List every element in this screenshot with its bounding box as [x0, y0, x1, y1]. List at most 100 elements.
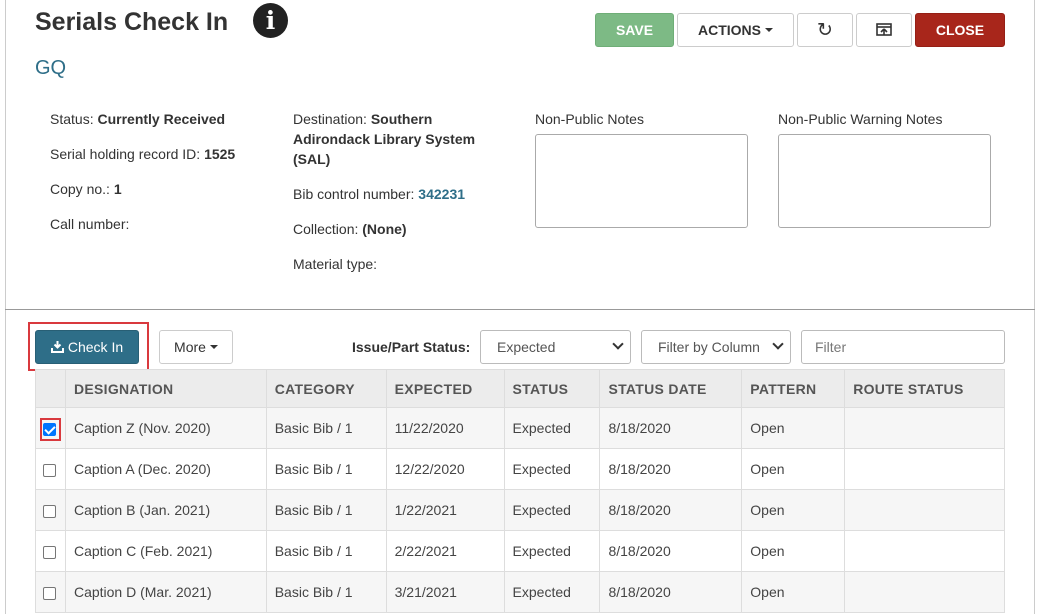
status-date-cell: 8/18/2020	[599, 530, 743, 572]
actions-label: ACTIONS	[698, 22, 761, 38]
section-divider	[5, 309, 1035, 310]
record-subtitle: GQ	[35, 57, 67, 79]
table-row[interactable]: Caption D (Mar. 2021) Basic Bib / 1 3/21…	[35, 571, 1005, 613]
route-status-cell	[844, 530, 1005, 572]
column-header[interactable]: ROUTE STATUS	[844, 369, 1005, 408]
row-select-cell	[35, 530, 66, 572]
status-date-cell: 8/18/2020	[599, 571, 743, 613]
window-border-left	[5, 0, 6, 614]
category-cell: Basic Bib / 1	[265, 530, 387, 572]
expected-cell: 1/22/2021	[385, 489, 505, 531]
expected-cell: 11/22/2020	[385, 407, 505, 449]
category-cell: Basic Bib / 1	[265, 448, 387, 490]
status-cell: Expected	[503, 530, 601, 572]
close-button[interactable]: CLOSE	[915, 13, 1005, 47]
bib-control-field: Bib control number: 342231	[293, 186, 466, 202]
open-in-window-icon	[876, 23, 892, 36]
table-row[interactable]: Caption B (Jan. 2021) Basic Bib / 1 1/22…	[35, 489, 1005, 531]
status-cell: Expected	[503, 489, 601, 531]
pattern-cell: Open	[741, 448, 846, 490]
column-header[interactable]: PATTERN	[741, 369, 846, 408]
issue-status-select[interactable]: Expected	[480, 330, 631, 364]
table-row[interactable]: Caption A (Dec. 2020) Basic Bib / 1 12/2…	[35, 448, 1005, 490]
expected-cell: 2/22/2021	[385, 530, 505, 572]
open-in-window-button[interactable]	[856, 13, 912, 47]
designation-cell: Caption A (Dec. 2020)	[64, 448, 267, 490]
column-header[interactable]: DESIGNATION	[64, 369, 267, 408]
chevron-down-icon	[772, 338, 784, 350]
column-header[interactable]: EXPECTED	[385, 369, 505, 408]
expected-cell: 3/21/2021	[385, 571, 505, 613]
caret-down-icon	[765, 28, 773, 32]
pattern-cell: Open	[741, 571, 846, 613]
issues-table: DESIGNATION CATEGORY EXPECTED STATUS STA…	[35, 369, 1005, 613]
download-icon	[50, 341, 64, 353]
bib-control-link[interactable]: 342231	[418, 186, 465, 202]
refresh-icon: ↻	[817, 19, 833, 41]
table-row[interactable]: Caption C (Feb. 2021) Basic Bib / 1 2/22…	[35, 530, 1005, 572]
chevron-down-icon	[612, 338, 624, 350]
page-title: Serials Check In	[35, 8, 229, 36]
designation-cell: Caption B (Jan. 2021)	[64, 489, 267, 531]
filter-input[interactable]: Filter	[801, 330, 1005, 364]
status-field: Status: Currently Received	[50, 111, 226, 127]
status-cell: Expected	[503, 407, 601, 449]
column-header[interactable]: STATUS	[503, 369, 601, 408]
non-public-notes-label: Non-Public Notes	[535, 111, 644, 127]
designation-cell: Caption C (Feb. 2021)	[64, 530, 267, 572]
copy-number-value: 1	[113, 181, 122, 197]
filter-column-select[interactable]: Filter by Column	[641, 330, 791, 364]
category-cell: Basic Bib / 1	[265, 407, 387, 449]
actions-dropdown-button[interactable]: ACTIONS	[677, 13, 794, 47]
row-select-cell	[35, 448, 66, 490]
status-cell: Expected	[503, 448, 601, 490]
check-in-label: Check In	[67, 339, 124, 355]
table-row[interactable]: Caption Z (Nov. 2020) Basic Bib / 1 11/2…	[35, 407, 1005, 449]
caret-down-icon	[209, 345, 218, 349]
status-value: Currently Received	[97, 111, 226, 127]
pattern-cell: Open	[741, 489, 846, 531]
row-checkbox[interactable]	[43, 504, 57, 518]
status-date-cell: 8/18/2020	[599, 407, 743, 449]
more-label: More	[174, 339, 206, 355]
route-status-cell	[844, 407, 1005, 449]
material-type-field: Material type:	[293, 256, 378, 272]
checkbox-highlight	[40, 418, 61, 441]
row-checkbox[interactable]	[43, 586, 57, 600]
row-select-cell	[35, 489, 66, 531]
collection-field: Collection: (None)	[293, 221, 407, 237]
call-number-field: Call number:	[50, 216, 130, 232]
issue-status-filter-label: Issue/Part Status:	[352, 339, 471, 355]
holding-id-value: 1525	[204, 146, 236, 162]
more-dropdown-button[interactable]: More	[159, 330, 233, 364]
column-header[interactable]: CATEGORY	[265, 369, 387, 408]
column-header[interactable]: STATUS DATE	[599, 369, 743, 408]
save-button[interactable]: SAVE	[595, 13, 674, 47]
table-header-row: DESIGNATION CATEGORY EXPECTED STATUS STA…	[35, 369, 1005, 408]
status-cell: Expected	[503, 571, 601, 613]
row-checkbox[interactable]	[43, 545, 57, 559]
route-status-cell	[844, 489, 1005, 531]
route-status-cell	[844, 571, 1005, 613]
expected-cell: 12/22/2020	[385, 448, 505, 490]
holding-id-field: Serial holding record ID: 1525	[50, 146, 236, 162]
check-in-button[interactable]: Check In	[35, 330, 139, 364]
category-cell: Basic Bib / 1	[265, 571, 387, 613]
status-date-cell: 8/18/2020	[599, 489, 743, 531]
row-checkbox[interactable]	[43, 463, 57, 477]
non-public-warning-notes-textarea[interactable]	[778, 134, 991, 228]
refresh-button[interactable]: ↻	[797, 13, 853, 47]
category-cell: Basic Bib / 1	[265, 489, 387, 531]
window-border-right	[1034, 0, 1035, 614]
row-select-cell	[35, 571, 66, 613]
pattern-cell: Open	[741, 530, 846, 572]
destination-field: Destination: Southern Adirondack Library…	[293, 111, 476, 167]
info-icon[interactable]: i	[253, 3, 288, 38]
designation-cell: Caption Z (Nov. 2020)	[64, 407, 267, 449]
non-public-warning-notes-label: Non-Public Warning Notes	[778, 111, 943, 127]
non-public-notes-textarea[interactable]	[535, 134, 748, 228]
copy-number-field: Copy no.: 1	[50, 181, 122, 197]
designation-cell: Caption D (Mar. 2021)	[64, 571, 267, 613]
collection-value: (None)	[362, 221, 407, 237]
status-date-cell: 8/18/2020	[599, 448, 743, 490]
